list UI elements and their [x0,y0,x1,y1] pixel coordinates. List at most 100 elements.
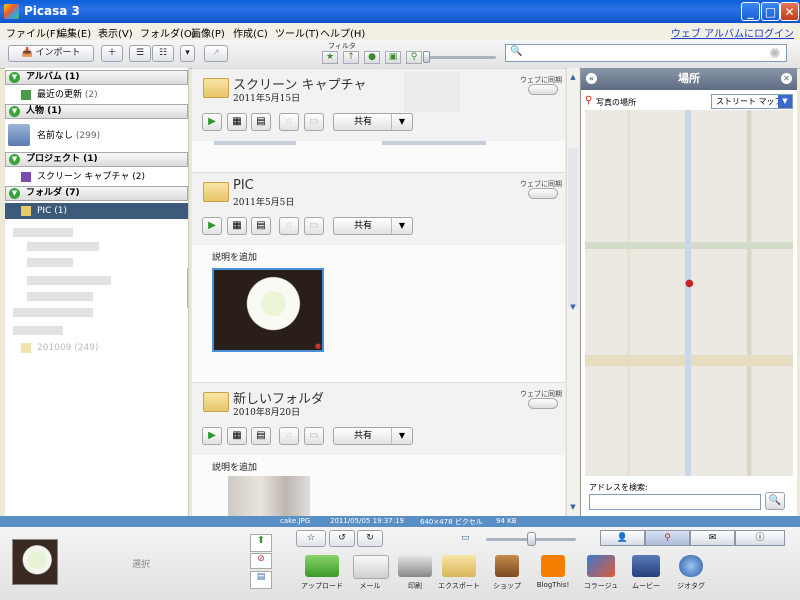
save-button[interactable]: ▭ [304,217,324,235]
screenshot-thumbnail-strip[interactable] [214,141,296,145]
share-dropdown-icon[interactable]: ▼ [391,428,412,444]
collapse-panel-icon[interactable]: « [586,73,597,84]
sidebar-item-pic-folder[interactable]: PIC (1) [5,203,188,219]
list-view-button[interactable]: ☷ [152,45,174,62]
tray-photo-thumbnail[interactable] [12,539,58,585]
section-albums[interactable]: ▼ アルバム (1) [5,70,188,85]
address-search-button[interactable]: 🔍 [765,492,785,510]
album-list-scrollbar[interactable]: ▲ ▼ ▼ [566,68,579,516]
rotate-right-button[interactable]: ↻ [357,530,383,547]
star-photo-button[interactable]: ☆ [296,530,326,547]
share-button[interactable]: 共有 ▼ [333,217,413,235]
screenshot-thumbnail-strip[interactable] [382,141,486,145]
collage-button[interactable]: ▦ [227,113,247,131]
map-view[interactable]: ● [585,110,793,476]
video-filter-icon[interactable]: ▣ [385,51,401,64]
share-button[interactable]: 共有 ▼ [333,427,413,445]
collapse-icon[interactable]: ▼ [9,72,20,83]
menu-folder[interactable]: フォルダ(O) [140,25,196,40]
view-dropdown-button[interactable]: ▾ [180,45,195,62]
share-dropdown-icon[interactable]: ▼ [391,218,412,234]
star-button[interactable]: ☆ [279,217,299,235]
slideshow-button[interactable]: ▶ [202,427,222,445]
menu-tools[interactable]: ツール(T) [275,25,319,40]
photo-thumbnail-cake[interactable]: ● [212,268,324,352]
export-icon[interactable] [442,555,476,577]
filter-date-slider-knob[interactable] [423,51,430,63]
email-icon[interactable] [353,555,389,579]
uploaded-filter-icon[interactable]: ↑ [343,51,359,64]
menu-help[interactable]: ヘルプ(H) [320,25,365,40]
hold-pin-button[interactable]: ⬆ [250,534,272,552]
tags-panel-tab[interactable]: ✉ [690,530,735,546]
menu-file[interactable]: ファイル(F) [6,25,60,40]
sidebar-item-recent[interactable]: 最近の更新 (2) [5,87,188,103]
web-album-login-link[interactable]: ウェブ アルバムにログイン [671,25,794,40]
blogger-icon[interactable] [541,555,565,577]
menu-edit[interactable]: 編集(E) [57,25,91,40]
places-panel-tab[interactable]: ⚲ [645,530,690,546]
section-folders[interactable]: ▼ フォルダ (7) [5,186,188,201]
scroll-down-arrow-icon[interactable]: ▼ [567,500,579,514]
screenshot-thumbnail[interactable] [404,72,460,112]
collapse-icon[interactable]: ▼ [9,106,20,117]
collage-button[interactable]: ▦ [227,427,247,445]
shop-icon[interactable] [495,555,519,577]
add-description-link[interactable]: 説明を追加 [212,460,257,473]
thumbnail-view-button[interactable]: ☰ [129,45,151,62]
collapse-icon[interactable]: ▼ [9,154,20,165]
scroll-up-arrow-icon[interactable]: ▲ [567,70,579,84]
collage-button[interactable]: ▦ [227,217,247,235]
people-filter-icon[interactable]: ● [364,51,380,64]
menu-picture[interactable]: 画像(P) [191,25,225,40]
movie-button[interactable]: ▤ [251,217,271,235]
geotag-filter-icon[interactable]: ⚲ [406,51,422,64]
movie-button[interactable]: ▤ [251,113,271,131]
slideshow-button[interactable]: ▶ [202,217,222,235]
upload-small-button[interactable]: ↗ [204,45,228,62]
collapse-icon[interactable]: ▼ [9,188,20,199]
save-button[interactable]: ▭ [304,113,324,131]
slideshow-button[interactable]: ▶ [202,113,222,131]
collage-icon[interactable] [587,555,615,577]
share-button[interactable]: 共有 ▼ [333,113,413,131]
people-panel-tab[interactable]: 👤 [600,530,645,546]
filter-date-slider-track[interactable] [428,56,496,59]
save-button[interactable]: ▭ [304,427,324,445]
share-dropdown-icon[interactable]: ▼ [391,114,412,130]
chevron-down-icon[interactable]: ▼ [778,95,792,108]
web-sync-toggle[interactable] [528,188,558,199]
section-people[interactable]: ▼ 人物 (1) [5,104,188,119]
panel-splitter[interactable] [187,268,188,308]
section-projects[interactable]: ▼ プロジェクト (1) [5,152,188,167]
close-button[interactable]: ✕ [780,2,799,21]
menu-view[interactable]: 表示(V) [98,25,133,40]
scroll-down-arrow-icon[interactable]: ▼ [567,300,579,314]
web-sync-toggle[interactable] [528,84,558,95]
add-to-album-tray-button[interactable]: ▤ [250,571,272,589]
address-search-input[interactable] [589,494,761,510]
map-type-select[interactable]: ストリート マップ ▼ [711,94,793,109]
upload-icon[interactable] [305,555,339,577]
movie-icon[interactable] [632,555,660,577]
clear-tray-button[interactable]: ⊘ [250,553,272,569]
starred-filter-icon[interactable]: ★ [322,51,338,64]
star-button[interactable]: ☆ [279,113,299,131]
sidebar-item-unnamed-person[interactable]: 名前なし (299) [5,122,188,150]
photo-thumbnail-blurred[interactable] [228,476,310,516]
import-button[interactable]: 📥 インポート [8,45,94,62]
rotate-left-button[interactable]: ↺ [329,530,355,547]
geotag-globe-icon[interactable] [679,555,703,577]
scroll-thumb[interactable] [568,148,578,308]
add-description-link[interactable]: 説明を追加 [212,250,257,263]
sidebar-item-screen-capture[interactable]: スクリーン キャプチャ (2) [5,169,188,185]
star-button[interactable]: ☆ [279,427,299,445]
close-panel-icon[interactable]: ✕ [781,73,792,84]
thumbnail-size-slider-knob[interactable] [527,532,536,546]
info-panel-tab[interactable]: ⓘ [735,530,785,546]
movie-button[interactable]: ▤ [251,427,271,445]
sidebar-item-201009-folder[interactable]: 201009 (249) [5,340,188,356]
print-icon[interactable] [398,555,432,577]
search-input[interactable]: 🔍 [505,44,787,62]
menu-create[interactable]: 作成(C) [233,25,268,40]
